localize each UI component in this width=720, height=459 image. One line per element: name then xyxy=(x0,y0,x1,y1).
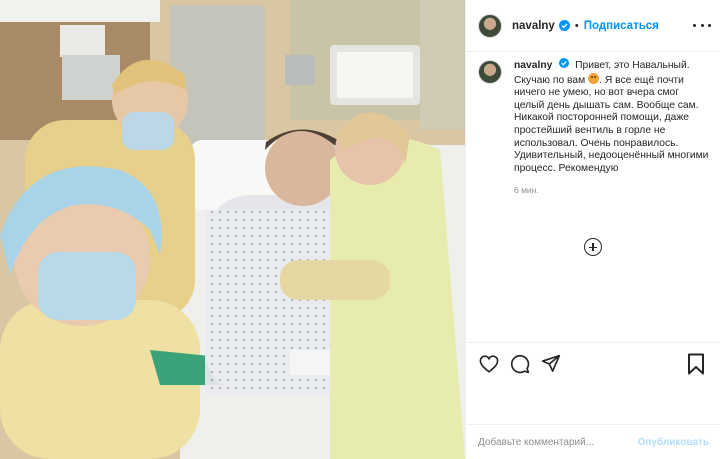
comment-input[interactable] xyxy=(478,436,638,448)
share-plane-icon[interactable] xyxy=(540,353,562,375)
more-options-icon[interactable] xyxy=(693,18,711,32)
post-timestamp[interactable]: 6 мин. xyxy=(514,184,710,197)
verified-badge-icon xyxy=(559,58,570,69)
caption-block: navalny Привет, это Навальный. Скучаю по… xyxy=(478,58,710,197)
caption-text-part-2: . Я все ещё почти ничего не умею, но вот… xyxy=(514,74,709,174)
comment-bar: Опубликовать xyxy=(466,424,720,459)
action-bar xyxy=(466,342,720,384)
post-photo[interactable] xyxy=(0,0,465,459)
post-side-panel: navalny • Подписаться navalny Привет, эт… xyxy=(465,0,720,459)
caption-avatar[interactable] xyxy=(478,60,502,84)
header-username[interactable]: navalny xyxy=(512,20,555,32)
bookmark-icon[interactable] xyxy=(687,353,709,375)
like-heart-icon[interactable] xyxy=(478,353,500,375)
caption-username[interactable]: navalny xyxy=(514,60,552,71)
header-separator: • xyxy=(574,19,579,32)
avatar[interactable] xyxy=(478,13,502,38)
load-more-comments-icon[interactable] xyxy=(584,238,602,256)
verified-badge-icon xyxy=(558,20,570,31)
caption-text: navalny Привет, это Навальный. Скучаю по… xyxy=(514,58,710,197)
comment-bubble-icon[interactable] xyxy=(509,353,531,375)
hospital-selfie-photo xyxy=(0,0,465,459)
smiling-face-emoji-icon xyxy=(588,72,600,84)
follow-button[interactable]: Подписаться xyxy=(584,20,659,32)
publish-button[interactable]: Опубликовать xyxy=(638,437,709,448)
post-header: navalny • Подписаться xyxy=(466,0,720,52)
